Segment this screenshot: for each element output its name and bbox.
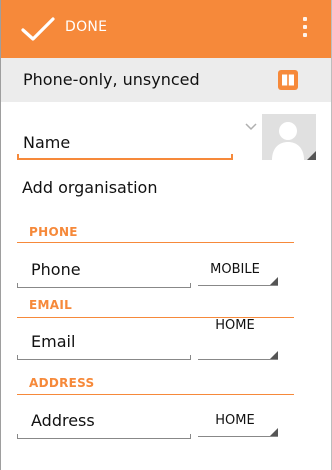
- phone-type-dropdown-corner: [270, 277, 278, 285]
- contact-book-icon[interactable]: [278, 70, 298, 90]
- phone-field[interactable]: Phone: [17, 254, 191, 288]
- address-field[interactable]: Address: [17, 405, 191, 439]
- email-type-label: HOME: [215, 318, 255, 333]
- address-type-spinner[interactable]: HOME: [198, 407, 278, 437]
- email-placeholder: Email: [31, 332, 76, 351]
- photo-menu-corner: [307, 151, 316, 160]
- phone-field-underline: [17, 283, 191, 288]
- address-placeholder: Address: [31, 411, 95, 430]
- email-type-spinner[interactable]: HOME: [198, 318, 278, 360]
- checkmark-icon: [21, 17, 55, 41]
- address-section-title: ADDRESS: [29, 376, 95, 390]
- action-bar: DONE: [1, 0, 331, 58]
- overflow-menu-icon[interactable]: [301, 14, 309, 44]
- email-field-underline: [17, 355, 191, 360]
- address-type-label: HOME: [215, 413, 255, 428]
- name-field-underline: [17, 154, 233, 160]
- done-button[interactable]: DONE: [1, 0, 141, 58]
- address-type-dropdown-corner: [270, 428, 278, 436]
- phone-section-divider: [17, 242, 294, 243]
- chevron-down-icon[interactable]: [244, 122, 258, 132]
- phone-type-spinner[interactable]: MOBILE: [198, 256, 278, 286]
- address-type-underline: [198, 436, 278, 437]
- done-label: DONE: [65, 19, 108, 35]
- address-field-underline: [17, 434, 191, 439]
- email-type-underline: [198, 359, 278, 360]
- account-label: Phone-only, unsynced: [23, 70, 200, 89]
- email-section-title: EMAIL: [29, 298, 73, 312]
- account-bar: Phone-only, unsynced: [1, 58, 331, 102]
- email-type-dropdown-corner: [270, 351, 278, 359]
- phone-section-title: PHONE: [29, 225, 78, 239]
- name-placeholder: Name: [23, 133, 71, 152]
- contact-photo[interactable]: [262, 114, 316, 160]
- name-field[interactable]: Name: [17, 120, 233, 160]
- email-field[interactable]: Email: [17, 326, 191, 360]
- address-section-divider: [17, 394, 294, 395]
- phone-type-label: MOBILE: [210, 262, 260, 277]
- phone-placeholder: Phone: [31, 260, 81, 279]
- add-organisation-button[interactable]: Add organisation: [22, 178, 157, 197]
- phone-type-underline: [198, 285, 278, 286]
